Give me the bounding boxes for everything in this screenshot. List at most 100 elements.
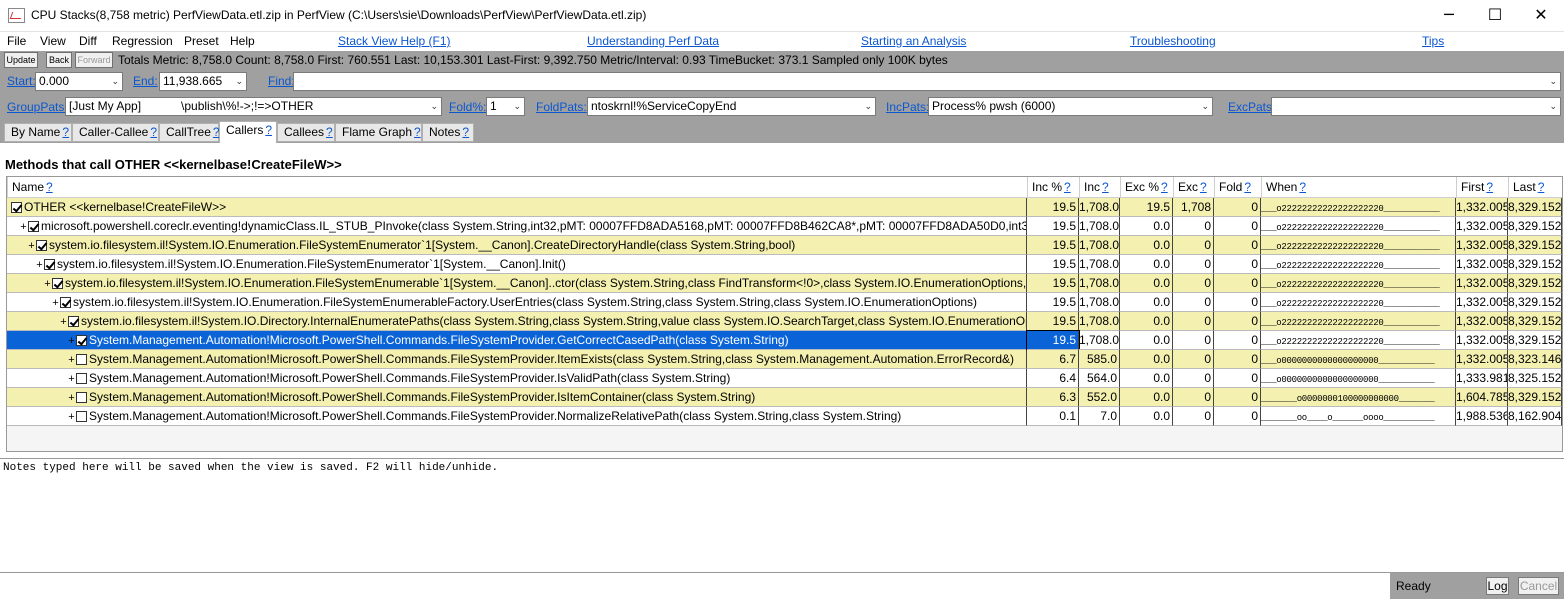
cell-name[interactable]: + System.Management.Automation!Microsoft.… bbox=[7, 350, 1027, 369]
cell-inc-pct[interactable]: 19.5 bbox=[1027, 312, 1079, 331]
cell-when[interactable]: ___o22222222222222222220___________ bbox=[1261, 274, 1456, 293]
cell-inc[interactable]: 564.0 bbox=[1079, 369, 1120, 388]
cell-inc-pct[interactable]: 6.3 bbox=[1027, 388, 1079, 407]
cell-first[interactable]: 1,332.005 bbox=[1456, 331, 1508, 350]
row-checkbox[interactable] bbox=[11, 202, 22, 213]
link-starting-an-analysis[interactable]: Starting an Analysis bbox=[861, 34, 966, 48]
notes-pane[interactable]: Notes typed here will be saved when the … bbox=[0, 458, 1564, 573]
cell-inc[interactable]: 1,708.0 bbox=[1079, 217, 1120, 236]
cell-inc[interactable]: 1,708.0 bbox=[1079, 312, 1120, 331]
cell-name[interactable]: + System.Management.Automation!Microsoft.… bbox=[7, 369, 1027, 388]
maximize-button[interactable]: ☐ bbox=[1472, 2, 1518, 28]
table-row[interactable]: + system.io.filesystem.il!System.IO.Enume… bbox=[7, 274, 1562, 293]
column-header-exc[interactable]: Exc? bbox=[1173, 177, 1214, 197]
table-row[interactable]: + System.Management.Automation!Microsoft.… bbox=[7, 350, 1562, 369]
expand-toggle-icon[interactable]: + bbox=[67, 370, 76, 387]
log-button[interactable]: Log bbox=[1486, 577, 1509, 595]
column-header-exc-pct[interactable]: Exc %? bbox=[1120, 177, 1173, 197]
grouppats-input[interactable]: [Just My App] \publish\%!->;!=>OTHER ⌄ bbox=[65, 97, 442, 116]
cell-when[interactable]: ___o22222222222222222220___________ bbox=[1261, 312, 1456, 331]
cell-last[interactable]: 8,329.152 bbox=[1508, 274, 1562, 293]
cell-exc[interactable]: 0 bbox=[1173, 255, 1214, 274]
cell-exc-pct[interactable]: 0.0 bbox=[1120, 388, 1173, 407]
find-input[interactable]: ⌄ bbox=[293, 72, 1561, 91]
incpats-input[interactable]: Process% pwsh (6000) ⌄ bbox=[928, 97, 1213, 116]
menu-file[interactable]: File bbox=[7, 34, 26, 48]
incpats-label[interactable]: IncPats: bbox=[886, 100, 929, 114]
expand-toggle-icon[interactable]: + bbox=[59, 313, 68, 330]
cell-fold[interactable]: 0 bbox=[1214, 274, 1261, 293]
cell-last[interactable]: 8,323.146 bbox=[1508, 350, 1562, 369]
cell-fold[interactable]: 0 bbox=[1214, 331, 1261, 350]
cell-exc[interactable]: 0 bbox=[1173, 369, 1214, 388]
tab-caller-callee[interactable]: Caller-Callee? bbox=[72, 123, 159, 142]
column-header-fold[interactable]: Fold? bbox=[1214, 177, 1261, 197]
chevron-down-icon[interactable]: ⌄ bbox=[1549, 98, 1557, 115]
fold-percent-input[interactable]: 1 ⌄ bbox=[486, 97, 525, 116]
cell-name[interactable]: + system.io.filesystem.il!System.IO.Enume… bbox=[7, 255, 1027, 274]
column-header-first[interactable]: First? bbox=[1456, 177, 1508, 197]
row-checkbox[interactable] bbox=[60, 297, 71, 308]
cell-last[interactable]: 8,325.152 bbox=[1508, 369, 1562, 388]
menu-preset[interactable]: Preset bbox=[184, 34, 219, 48]
cell-fold[interactable]: 0 bbox=[1214, 293, 1261, 312]
cell-name[interactable]: + System.Management.Automation!Microsoft.… bbox=[7, 407, 1027, 426]
back-button[interactable]: Back bbox=[46, 52, 72, 68]
cell-fold[interactable]: 0 bbox=[1214, 350, 1261, 369]
foldpats-label[interactable]: FoldPats: bbox=[536, 100, 587, 114]
chevron-down-icon[interactable]: ⌄ bbox=[1201, 98, 1209, 115]
cell-first[interactable]: 1,332.005 bbox=[1456, 350, 1508, 369]
row-checkbox[interactable] bbox=[28, 221, 39, 232]
cell-inc-pct[interactable]: 19.5 bbox=[1027, 274, 1079, 293]
table-row[interactable]: + System.Management.Automation!Microsoft.… bbox=[7, 369, 1562, 388]
cell-last[interactable]: 8,329.152 bbox=[1508, 236, 1562, 255]
cell-last[interactable]: 8,329.152 bbox=[1508, 388, 1562, 407]
cell-fold[interactable]: 0 bbox=[1214, 236, 1261, 255]
cell-inc[interactable]: 1,708.0 bbox=[1079, 293, 1120, 312]
cell-when[interactable]: ___o0000000000000000000___________ bbox=[1261, 350, 1456, 369]
cell-inc-pct[interactable]: 6.7 bbox=[1027, 350, 1079, 369]
cell-last[interactable]: 8,329.152 bbox=[1508, 255, 1562, 274]
cell-name[interactable]: + microsoft.powershell.coreclr.eventing!d… bbox=[7, 217, 1027, 236]
tab-flame-graph[interactable]: Flame Graph? bbox=[335, 123, 422, 142]
cell-exc[interactable]: 0 bbox=[1173, 331, 1214, 350]
cell-exc-pct[interactable]: 0.0 bbox=[1120, 236, 1173, 255]
cell-first[interactable]: 1,332.005 bbox=[1456, 236, 1508, 255]
cell-exc-pct[interactable]: 0.0 bbox=[1120, 350, 1173, 369]
chevron-down-icon[interactable]: ⌄ bbox=[1549, 73, 1557, 90]
row-checkbox[interactable] bbox=[44, 259, 55, 270]
cell-inc-pct[interactable]: 19.5 bbox=[1027, 236, 1079, 255]
cell-last[interactable]: 8,162.904 bbox=[1508, 407, 1562, 426]
cell-exc[interactable]: 0 bbox=[1173, 293, 1214, 312]
cell-inc-pct[interactable]: 19.5 bbox=[1027, 217, 1079, 236]
cell-name[interactable]: + System.Management.Automation!Microsoft.… bbox=[7, 331, 1027, 350]
cell-when[interactable]: ___o22222222222222222220___________ bbox=[1261, 217, 1456, 236]
cell-exc[interactable]: 0 bbox=[1173, 350, 1214, 369]
cell-last[interactable]: 8,329.152 bbox=[1508, 198, 1562, 217]
minimize-button[interactable]: ─ bbox=[1426, 2, 1472, 28]
cell-inc-pct[interactable]: 19.5 bbox=[1027, 255, 1079, 274]
cell-inc-pct[interactable]: 19.5 bbox=[1027, 293, 1079, 312]
excpats-label[interactable]: ExcPats: bbox=[1228, 100, 1275, 114]
cell-when[interactable]: ___o22222222222222222220___________ bbox=[1261, 255, 1456, 274]
cell-first[interactable]: 1,332.005 bbox=[1456, 198, 1508, 217]
cell-first[interactable]: 1,332.005 bbox=[1456, 255, 1508, 274]
cell-first[interactable]: 1,988.536 bbox=[1456, 407, 1508, 426]
cell-when[interactable]: _______oo____o______oooo__________ bbox=[1261, 407, 1456, 426]
excpats-input[interactable]: ⌄ bbox=[1271, 97, 1561, 116]
cell-inc[interactable]: 1,708.0 bbox=[1079, 331, 1120, 350]
column-header-inc[interactable]: Inc? bbox=[1079, 177, 1120, 197]
chevron-down-icon[interactable]: ⌄ bbox=[513, 98, 521, 115]
row-checkbox[interactable] bbox=[76, 354, 87, 365]
forward-button[interactable]: Forward bbox=[75, 52, 113, 68]
cell-exc-pct[interactable]: 0.0 bbox=[1120, 331, 1173, 350]
cancel-button[interactable]: Cancel bbox=[1518, 577, 1559, 595]
column-header-when[interactable]: When? bbox=[1261, 177, 1456, 197]
grouppats-label[interactable]: GroupPats: bbox=[7, 100, 68, 114]
cell-last[interactable]: 8,329.152 bbox=[1508, 293, 1562, 312]
row-checkbox[interactable] bbox=[76, 392, 87, 403]
cell-exc[interactable]: 0 bbox=[1173, 274, 1214, 293]
update-button[interactable]: Update bbox=[4, 52, 38, 68]
cell-exc[interactable]: 0 bbox=[1173, 388, 1214, 407]
tab-by-name[interactable]: By Name? bbox=[4, 123, 72, 142]
